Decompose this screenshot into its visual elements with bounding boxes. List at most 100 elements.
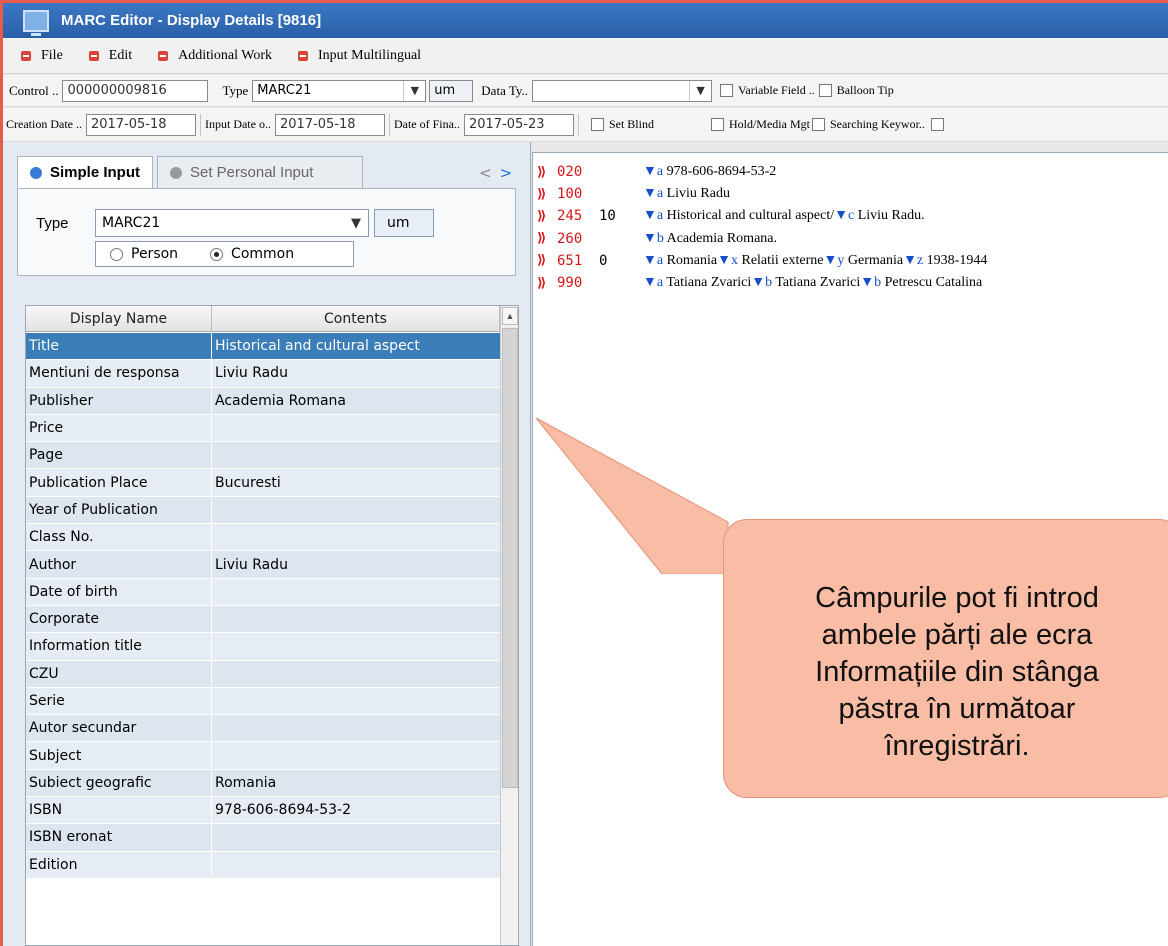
marc-tag: 990 (557, 275, 583, 291)
cell-contents[interactable] (212, 824, 500, 851)
cell-contents[interactable] (212, 414, 500, 442)
subfield-code: ▼y (823, 252, 848, 268)
table-row[interactable]: Author Liviu Radu (26, 551, 500, 579)
scroll-up-arrow-icon[interactable]: ▲ (502, 307, 518, 325)
cell-contents[interactable] (212, 742, 500, 769)
marc-field-line[interactable]: ⟫ 100 ▼a Liviu Radu (533, 183, 730, 205)
cell-contents[interactable] (212, 578, 500, 605)
marc-field-line[interactable]: ⟫ 990 ▼a Tatiana Zvarici▼b Tatiana Zvarici… (533, 272, 982, 294)
cell-contents[interactable] (212, 442, 500, 469)
table-row[interactable]: Page (26, 442, 500, 470)
cell-contents[interactable] (212, 687, 500, 715)
table-row[interactable]: ISBN eronat (26, 824, 500, 852)
menu-file[interactable]: File (21, 48, 63, 64)
table-row[interactable]: CZU (26, 660, 500, 688)
hold-media-checkbox[interactable]: Hold/Media Mgt (703, 117, 810, 132)
marc-field-line[interactable]: ⟫ 651 0 ▼a Romania▼x Relatii externe▼y Ger… (533, 250, 987, 272)
subfield-value: 978-606-8694-53-2 (666, 164, 777, 179)
table-row[interactable]: Publication Place Bucuresti (26, 469, 500, 497)
variable-field-checkbox[interactable]: Variable Field .. (712, 83, 815, 98)
column-header-display-name[interactable]: Display Name (26, 306, 212, 331)
marc-field-content: ▼a Historical and cultural aspect/▼c Liv… (643, 208, 925, 224)
table-row[interactable]: Subiect geografic Romania (26, 769, 500, 798)
chevron-left-icon[interactable]: < (479, 164, 500, 182)
cell-contents[interactable]: Liviu Radu (212, 551, 500, 578)
control-number-field[interactable]: 000000009816 (62, 79, 209, 102)
cell-contents[interactable]: Liviu Radu (212, 360, 500, 387)
final-date-field[interactable]: 2017-05-23 (463, 113, 574, 136)
cell-contents[interactable]: Academia Romana (212, 387, 500, 414)
um-field[interactable]: um (429, 79, 474, 102)
format-type-value: MARC21 (102, 215, 161, 231)
chevron-down-icon: ▼ (351, 215, 361, 231)
table-row[interactable]: ISBN 978-606-8694-53-2 (26, 797, 500, 825)
cell-contents[interactable] (212, 851, 500, 878)
searching-keyword-checkbox[interactable]: Searching Keywor.. (810, 117, 925, 132)
scroll-thumb[interactable] (502, 328, 518, 788)
radio-person[interactable]: Person (110, 246, 178, 262)
type-label: Type (36, 215, 69, 232)
divider (577, 113, 579, 136)
cell-contents[interactable] (212, 496, 500, 524)
balloon-tip-checkbox[interactable]: Balloon Tip (815, 83, 894, 98)
fields-grid: Display Name Contents Title Historical an… (25, 305, 519, 946)
radio-common[interactable]: Common (210, 246, 294, 262)
tab-set-personal-input[interactable]: Set Personal Input (157, 156, 363, 188)
marc-field-line[interactable]: ⟫ 260 ▼b Academia Romana. (533, 228, 777, 250)
control-label: Control .. (9, 82, 59, 98)
menu-input-multilingual[interactable]: Input Multilingual (298, 48, 421, 64)
set-blind-checkbox[interactable]: Set Blind (583, 117, 703, 132)
datatype-select[interactable]: ▼ (532, 79, 713, 102)
table-row[interactable]: Publisher Academia Romana (26, 387, 500, 415)
table-row[interactable]: Mentiuni de responsa Liviu Radu (26, 360, 500, 388)
table-row[interactable]: Title Historical and cultural aspect (26, 333, 500, 361)
cell-display-name: Subiect geografic (26, 769, 212, 797)
table-row[interactable]: Year of Publication (26, 496, 500, 525)
final-date-label: Date of Fina.. (393, 117, 460, 131)
marc-field-content: ▼a 978-606-8694-53-2 (643, 164, 776, 180)
cell-contents[interactable]: 978-606-8694-53-2 (212, 797, 500, 824)
callout-line: Câmpurile pot fi introd (815, 582, 1099, 614)
cell-contents[interactable] (212, 633, 500, 660)
tab-simple-input[interactable]: Simple Input (17, 156, 153, 188)
cell-contents[interactable] (212, 605, 500, 633)
table-row[interactable]: Serie (26, 687, 500, 716)
cell-contents[interactable]: Bucuresti (212, 469, 500, 496)
record-toolbar: Control .. 000000009816 Type MARC21 ▼ um… (3, 75, 1168, 107)
chevron-right-icon[interactable]: > (500, 164, 521, 182)
input-date-field[interactable]: 2017-05-18 (274, 113, 385, 136)
type-select[interactable]: MARC21 ▼ (252, 79, 427, 102)
hold-media-label: Hold/Media Mgt (728, 117, 810, 131)
marc-field-line[interactable]: ⟫ 020 ▼a 978-606-8694-53-2 (533, 161, 776, 183)
person-common-radio-group: Person Common (95, 241, 354, 267)
marc-tag: 260 (557, 230, 583, 247)
table-row[interactable]: Information title (26, 633, 500, 661)
table-row[interactable]: Date of birth (26, 578, 500, 606)
cell-contents[interactable] (212, 715, 500, 742)
subfield-code: ▼b (860, 275, 885, 290)
creation-date-field[interactable]: 2017-05-18 (85, 113, 196, 136)
table-row[interactable]: Subject (26, 742, 500, 770)
marc-tag: 100 (557, 186, 583, 203)
marc-field-line[interactable]: ⟫ 245 10 ▼a Historical and cultural aspect/… (533, 205, 925, 227)
menu-edit[interactable]: Edit (88, 48, 132, 64)
column-header-contents[interactable]: Contents (212, 306, 500, 331)
table-row[interactable]: Edition (26, 851, 500, 879)
chevron-down-icon: ▼ (403, 80, 425, 101)
grid-scrollbar[interactable]: ▲ (500, 306, 518, 945)
cell-contents[interactable] (212, 524, 500, 551)
table-row[interactable]: Price (26, 414, 500, 443)
format-type-select[interactable]: MARC21 ▼ (95, 209, 369, 237)
subfield-code: ▼a (643, 275, 667, 290)
table-row[interactable]: Corporate (26, 605, 500, 634)
cell-contents[interactable]: Romania (212, 769, 500, 797)
cell-contents[interactable] (212, 660, 500, 687)
overflow-checkbox[interactable] (930, 118, 944, 131)
table-row[interactable]: Autor secundar (26, 715, 500, 743)
table-row[interactable]: Class No. (26, 524, 500, 552)
cell-contents[interactable]: Historical and cultural aspect (212, 333, 500, 360)
input-date-label: Input Date o.. (204, 117, 271, 131)
format-um-field[interactable]: um (374, 209, 434, 237)
menu-additional-work[interactable]: Additional Work (158, 48, 272, 64)
type-select-value: MARC21 (257, 83, 312, 98)
